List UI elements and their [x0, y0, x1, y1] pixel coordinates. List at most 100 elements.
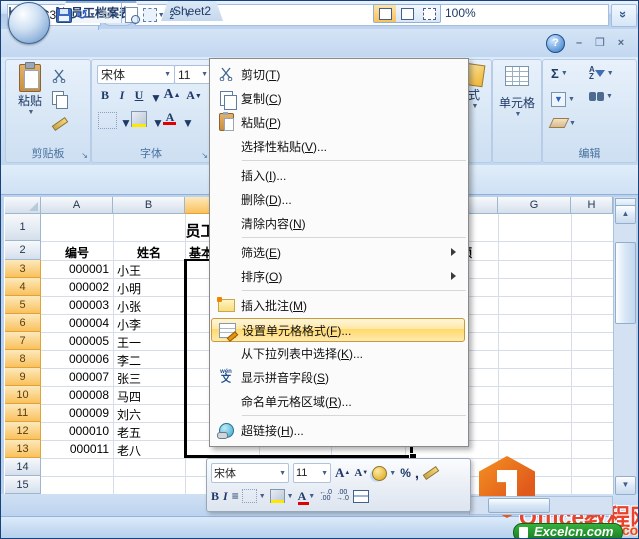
cell-id-6[interactable]: 000004 [41, 316, 109, 330]
mini-decrease-decimal-button[interactable]: .00 →.0 [336, 490, 349, 502]
cell-id-11[interactable]: 000009 [41, 406, 109, 420]
underline-button[interactable]: U [132, 88, 146, 103]
column-header-G[interactable]: G [498, 197, 571, 214]
italic-button[interactable]: I [116, 88, 128, 103]
menu-item-cut[interactable]: 剪切(T) [211, 62, 465, 86]
menu-item-pick-from-list[interactable]: 从下拉列表中选择(K)... [211, 341, 465, 365]
horizontal-scrollbar[interactable] [469, 496, 613, 515]
cell-id-3[interactable]: 000001 [41, 262, 109, 276]
mini-italic-button[interactable]: I [223, 489, 228, 504]
row-header-6[interactable]: 6 [5, 314, 41, 332]
mini-percent-button[interactable]: % [400, 466, 411, 480]
row-header-12[interactable]: 12 [5, 422, 41, 440]
cell-id-12[interactable]: 000010 [41, 424, 109, 438]
mini-merge-center-button[interactable] [353, 490, 369, 503]
sort-filter-button[interactable]: AZ▼ [589, 66, 614, 80]
save-button[interactable] [55, 6, 73, 24]
vertical-scrollbar[interactable]: ▲ ▼ [613, 197, 636, 494]
clear-button[interactable]: ▼ [551, 118, 576, 128]
menu-item-delete[interactable]: 删除(D)... [211, 187, 465, 211]
cell-name-9[interactable]: 张三 [117, 370, 141, 387]
scroll-down-button[interactable]: ▼ [615, 476, 636, 495]
menu-item-sort[interactable]: 排序(O) [211, 264, 465, 288]
chevron-down-icon[interactable]: ▼ [150, 91, 162, 105]
row-header-1[interactable]: 1 [5, 214, 41, 241]
mini-format-painter-button[interactable] [423, 470, 439, 476]
borders-button[interactable] [98, 112, 117, 129]
normal-view-button[interactable] [374, 5, 396, 22]
menu-item-format-cells[interactable]: 设置单元格格式(F)... [211, 318, 465, 342]
cell-name-13[interactable]: 老八 [117, 442, 141, 459]
row-header-7[interactable]: 7 [5, 332, 41, 350]
mini-grow-font-button[interactable]: A▲ [335, 465, 350, 481]
menu-item-insert[interactable]: 插入(I)... [211, 163, 465, 187]
customize-qat-button[interactable]: ▼ [182, 6, 192, 24]
mini-shrink-font-button[interactable]: A▼ [354, 467, 368, 479]
header-cell-name[interactable]: 姓名 [113, 244, 185, 261]
office-button[interactable] [8, 2, 50, 44]
cell-id-5[interactable]: 000003 [41, 298, 109, 312]
cell-name-10[interactable]: 马四 [117, 388, 141, 405]
mini-comma-button[interactable]: , [415, 465, 419, 482]
mini-fill-color-button[interactable]: ▼ [270, 489, 294, 503]
vertical-scroll-thumb[interactable] [615, 242, 636, 324]
cell-id-9[interactable]: 000007 [41, 370, 109, 384]
menu-item-paste-special[interactable]: 选择性粘贴(V)... [211, 134, 465, 158]
paste-button[interactable]: 粘贴 ▼ [12, 64, 48, 116]
mini-borders-button[interactable]: ▼ [242, 489, 266, 503]
scroll-up-button[interactable]: ▲ [615, 205, 636, 224]
font-name-combo[interactable]: 宋体▼ [97, 65, 175, 84]
cell-name-8[interactable]: 李二 [117, 352, 141, 369]
row-header-4[interactable]: 4 [5, 278, 41, 296]
cell-id-10[interactable]: 000008 [41, 388, 109, 402]
mini-center-button[interactable]: ≡ [232, 489, 238, 503]
page-layout-view-button[interactable] [396, 5, 418, 22]
mini-increase-decimal-button[interactable]: ←.0 .00 [319, 490, 332, 502]
mini-font-size-combo[interactable]: 11▼ [293, 463, 331, 483]
row-header-10[interactable]: 10 [5, 386, 41, 404]
workbook-minimize-button[interactable]: – [569, 37, 589, 50]
copy-button[interactable] [52, 88, 86, 108]
cell-id-13[interactable]: 000011 [41, 442, 109, 456]
menu-item-hyperlink[interactable]: 超链接(H)... [211, 418, 465, 442]
horizontal-scroll-thumb[interactable] [488, 498, 550, 513]
zoom-level[interactable]: 100% [445, 6, 476, 20]
header-cell-id[interactable]: 编号 [41, 244, 113, 261]
redo-button[interactable]: ↻▼ [100, 6, 121, 24]
fill-button[interactable]: ▼▼ [551, 92, 575, 107]
mini-font-name-combo[interactable]: 宋体▼ [211, 463, 289, 483]
font-color-button[interactable]: A [162, 110, 178, 125]
row-header-8[interactable]: 8 [5, 350, 41, 368]
expand-formula-bar-button[interactable]: » [611, 4, 637, 27]
menu-item-paste[interactable]: 粘贴(P) [211, 110, 465, 134]
cell-name-7[interactable]: 王一 [117, 334, 141, 351]
select-tool-button[interactable]: ▼ [142, 6, 166, 24]
help-button[interactable]: ? [546, 34, 565, 53]
menu-item-name-range[interactable]: 命名单元格区域(R)... [211, 389, 465, 413]
cell-id-7[interactable]: 000005 [41, 334, 109, 348]
column-header-A[interactable]: A [41, 197, 113, 214]
shrink-font-button[interactable]: A▼ [186, 88, 202, 103]
dialog-launcher-icon[interactable]: ↘ [201, 151, 208, 160]
mini-bold-button[interactable]: B [211, 489, 219, 504]
undo-button[interactable]: ↺▼ [76, 6, 97, 24]
mini-font-color-button[interactable]: A▼ [298, 489, 316, 504]
column-header-H[interactable]: H [571, 197, 613, 214]
cell-id-8[interactable]: 000006 [41, 352, 109, 366]
cell-name-11[interactable]: 刘六 [117, 406, 141, 423]
cell-name-4[interactable]: 小明 [117, 280, 141, 297]
menu-item-insert-comment[interactable]: 插入批注(M) [211, 293, 465, 317]
select-all-corner[interactable] [5, 197, 41, 214]
workbook-close-button[interactable]: × [611, 37, 631, 50]
print-preview-button[interactable] [124, 6, 139, 24]
cell-name-5[interactable]: 小张 [117, 298, 141, 315]
grow-font-button[interactable]: A▲ [164, 87, 180, 103]
find-select-button[interactable]: ▼ [589, 92, 613, 101]
chevron-down-icon[interactable]: ▼ [182, 116, 194, 130]
column-header-B[interactable]: B [113, 197, 185, 214]
dialog-launcher-icon[interactable]: ↘ [81, 151, 88, 160]
cells-button[interactable]: 单元格 ▼ [499, 66, 535, 118]
page-break-view-button[interactable] [418, 5, 440, 22]
menu-item-show-phonetic[interactable]: wén文显示拼音字段(S) [211, 365, 465, 389]
row-header-14[interactable]: 14 [5, 458, 41, 476]
